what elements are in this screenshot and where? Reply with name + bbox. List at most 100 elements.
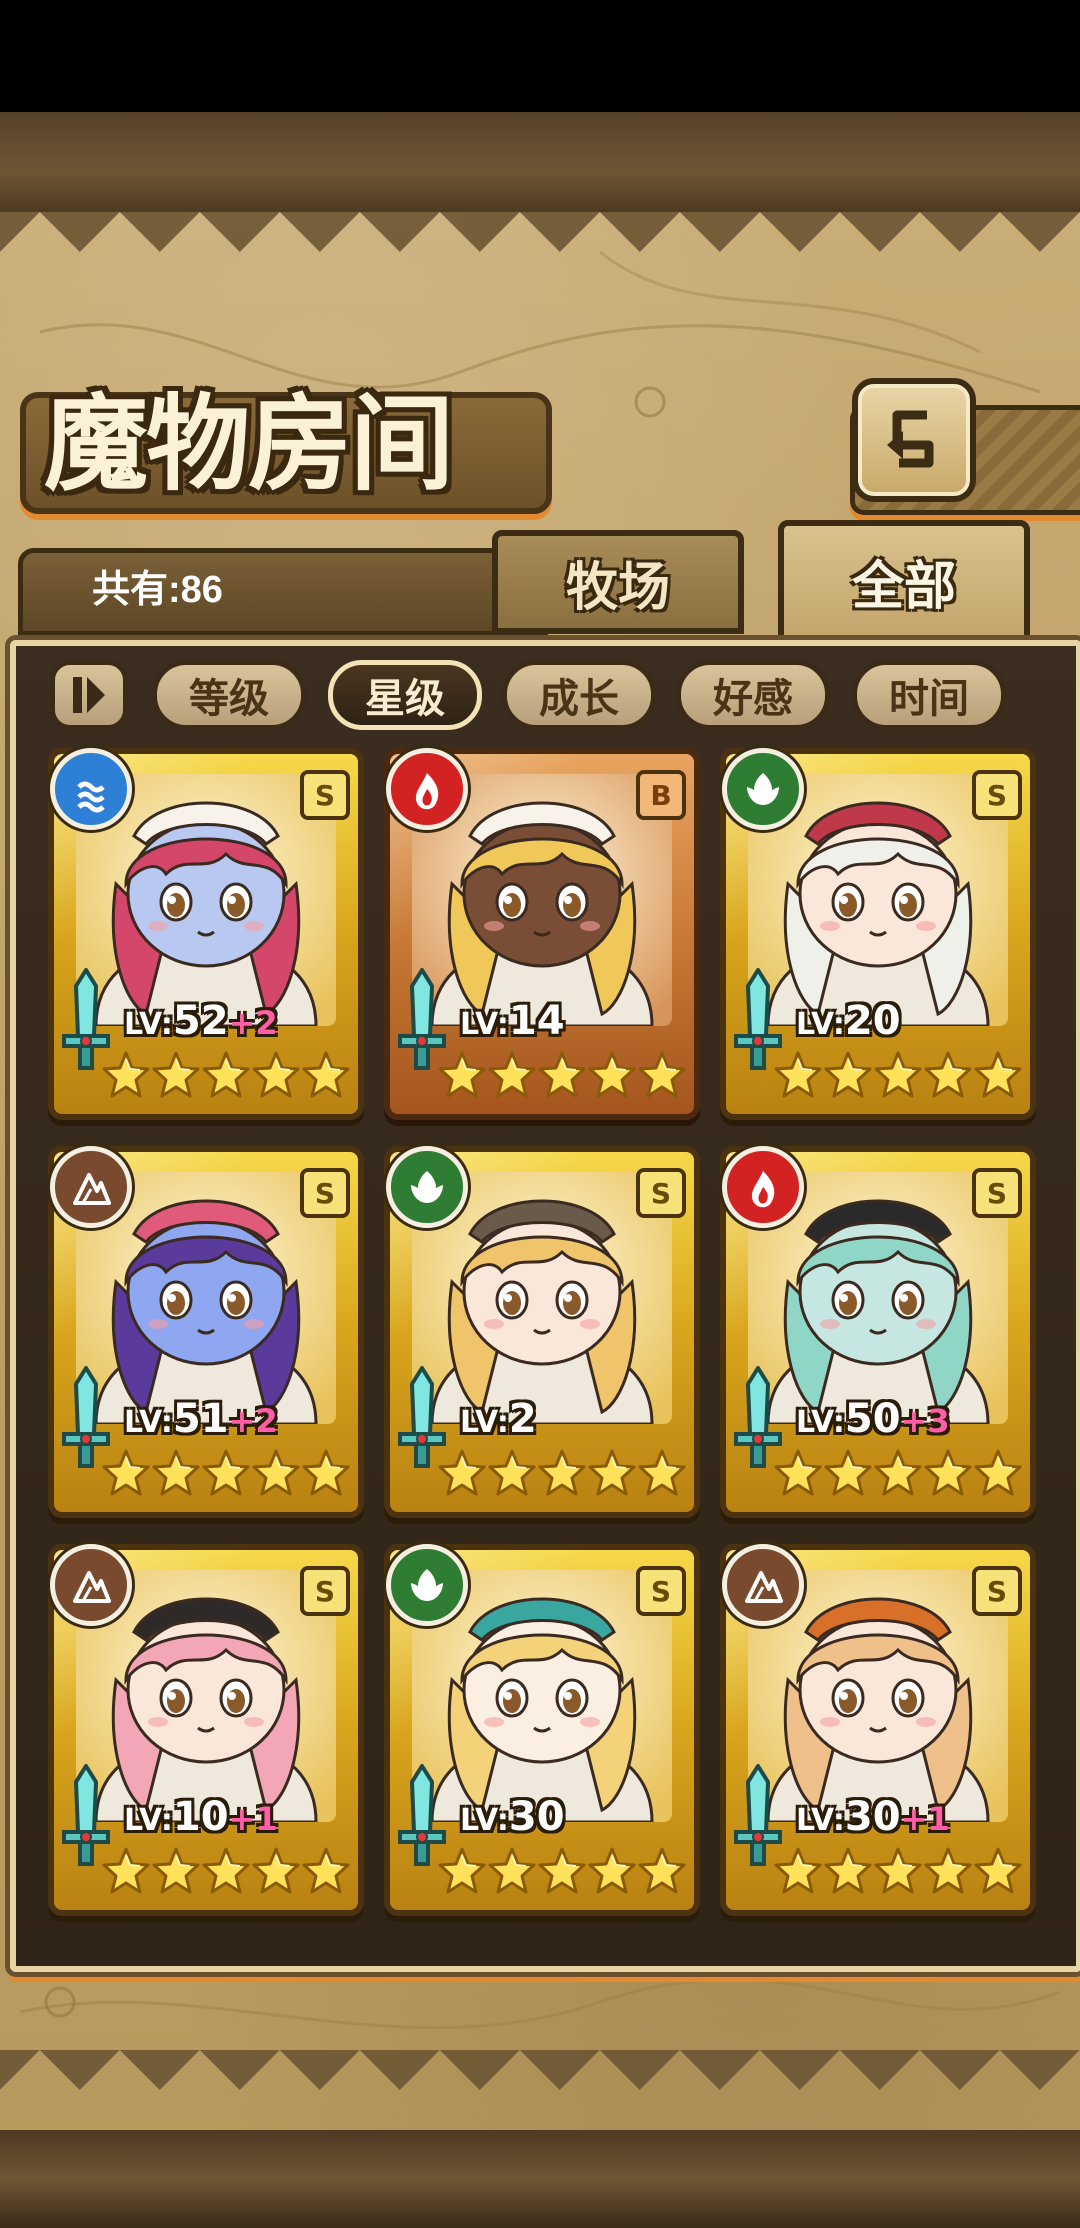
rank-badge: S (972, 1566, 1022, 1616)
filter-level[interactable]: 等级 (152, 660, 306, 730)
monster-card[interactable]: B LV:14 (384, 748, 700, 1120)
level-display: LV:30 (460, 1790, 565, 1844)
level-value: 30 (844, 1794, 901, 1840)
level-prefix: LV: (796, 1405, 845, 1440)
star-icon (252, 1448, 300, 1500)
level-display: LV:2 (460, 1392, 537, 1446)
sort-order-button[interactable] (50, 660, 128, 730)
monster-card[interactable]: S LV:20 (720, 748, 1036, 1120)
star-icon (488, 1050, 536, 1102)
star-icon (774, 1846, 822, 1898)
star-rating (438, 1050, 686, 1108)
fire-element-icon (415, 773, 439, 810)
filter-growth[interactable]: 成长 (502, 660, 656, 730)
level-plus: +1 (900, 1800, 950, 1838)
earth-element-badge (50, 1544, 132, 1626)
star-icon (152, 1448, 200, 1500)
star-rating (102, 1448, 350, 1506)
earth-element-icon (73, 1173, 111, 1205)
star-icon (824, 1448, 872, 1500)
star-icon (874, 1448, 922, 1500)
rank-badge: S (636, 1566, 686, 1616)
level-prefix: LV: (460, 1007, 509, 1042)
zigzag-edge-bottom (0, 2050, 1080, 2130)
nature-element-icon (747, 773, 779, 805)
nature-element-badge (386, 1544, 468, 1626)
star-rating (102, 1846, 350, 1904)
star-icon (302, 1846, 350, 1898)
earth-element-badge (50, 1146, 132, 1228)
star-icon (538, 1050, 586, 1102)
level-prefix: LV: (796, 1007, 845, 1042)
level-display: LV:52+2 (124, 994, 278, 1048)
earth-element-icon (73, 1571, 111, 1603)
star-icon (488, 1448, 536, 1500)
star-icon (438, 1448, 486, 1500)
monster-card[interactable]: S LV:52+2 (48, 748, 364, 1120)
star-icon (302, 1448, 350, 1500)
star-icon (102, 1050, 150, 1102)
star-icon (538, 1448, 586, 1500)
level-plus: +3 (900, 1402, 950, 1440)
rank-badge: S (972, 1168, 1022, 1218)
star-icon (874, 1050, 922, 1102)
level-prefix: LV: (460, 1405, 509, 1440)
filter-time[interactable]: 时间 (852, 660, 1006, 730)
level-value: 14 (508, 998, 565, 1044)
level-plus: +2 (228, 1004, 278, 1042)
nature-element-icon (411, 1569, 443, 1601)
level-prefix: LV: (124, 1405, 173, 1440)
filter-stars[interactable]: 星级 (328, 660, 482, 730)
star-icon (874, 1846, 922, 1898)
rank-badge: S (300, 1566, 350, 1616)
nature-element-icon (411, 1171, 443, 1203)
star-icon (638, 1846, 686, 1898)
star-icon (774, 1448, 822, 1500)
fire-element-icon (751, 1171, 775, 1208)
monster-card[interactable]: S LV:2 (384, 1146, 700, 1518)
star-icon (438, 1050, 486, 1102)
star-icon (588, 1050, 636, 1102)
level-display: LV:30+1 (796, 1790, 950, 1844)
nature-element-badge (386, 1146, 468, 1228)
star-icon (152, 1846, 200, 1898)
star-icon (202, 1448, 250, 1500)
level-display: LV:50+3 (796, 1392, 950, 1446)
star-icon (638, 1448, 686, 1500)
star-icon (588, 1846, 636, 1898)
water-element-badge (50, 748, 132, 830)
monster-card[interactable]: S LV:10+1 (48, 1544, 364, 1916)
fire-element-badge (722, 1146, 804, 1228)
return-arrow-icon (887, 410, 934, 468)
monster-card[interactable]: S LV:50+3 (720, 1146, 1036, 1518)
star-icon (438, 1846, 486, 1898)
star-icon (202, 1846, 250, 1898)
rank-badge: S (300, 770, 350, 820)
back-button[interactable] (852, 378, 976, 502)
level-value: 51 (172, 1396, 229, 1442)
level-display: LV:20 (796, 994, 901, 1048)
rank-badge: S (300, 1168, 350, 1218)
water-element-icon (77, 781, 105, 813)
monster-card[interactable]: S LV:30 (384, 1544, 700, 1916)
page-title: 魔物房间 (44, 382, 454, 505)
tab-all[interactable]: 全部 (778, 520, 1030, 642)
level-value: 10 (172, 1794, 229, 1840)
level-prefix: LV: (460, 1803, 509, 1838)
filter-affection[interactable]: 好感 (676, 660, 830, 730)
star-icon (974, 1050, 1022, 1102)
star-icon (152, 1050, 200, 1102)
monster-card[interactable]: S LV:51+2 (48, 1146, 364, 1518)
rank-badge: S (972, 770, 1022, 820)
star-icon (252, 1050, 300, 1102)
level-display: LV:10+1 (124, 1790, 278, 1844)
star-icon (102, 1448, 150, 1500)
zigzag-edge-top (0, 212, 1080, 292)
star-rating (102, 1050, 350, 1108)
star-icon (102, 1846, 150, 1898)
tab-ranch[interactable]: 牧场 (492, 530, 744, 634)
level-prefix: LV: (124, 1007, 173, 1042)
monster-card[interactable]: S LV:30+1 (720, 1544, 1036, 1916)
star-icon (924, 1846, 972, 1898)
level-value: 20 (844, 998, 901, 1044)
